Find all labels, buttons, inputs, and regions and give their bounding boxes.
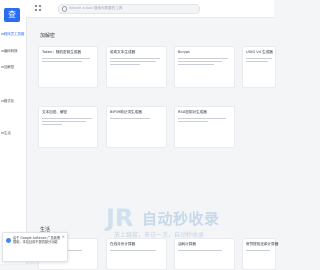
apps-grid-icon[interactable] [35,5,41,11]
sidebar-item-format[interactable]: 格式化 [4,98,14,103]
tool-card-description [42,58,90,60]
tool-card[interactable]: 哈希文本生成器 [106,46,167,88]
tool-card[interactable]: 文本加密、解密 [38,106,98,148]
tool-card-description [110,118,150,120]
site-watermark: JR 自动秒收录 放上链接，来访一次，自动秒收录 [96,204,266,240]
tool-card-description [42,121,86,123]
tool-card[interactable]: UUID V4 生成器 [242,46,276,88]
tool-card-description [178,118,226,120]
tool-card[interactable]: 油耗计算器 [174,238,235,270]
tool-card-description [178,64,214,66]
tool-card[interactable]: RSA密钥对生成器 [174,106,235,148]
search-placeholder: Search a tool 搜索你想要的工具 [69,6,123,10]
tool-card-description [42,118,92,120]
tool-card-description [246,58,272,60]
tool-card-description [246,250,270,252]
notice-text: 由于 Google AdSense 广告政策限制，本站目前不提供部分功能 [13,236,61,245]
tool-card-title: RSA密钥对生成器 [178,110,207,114]
tool-card[interactable]: Bcrypt [174,46,235,88]
tool-card[interactable]: Token：随机密钥生成器 [38,46,98,88]
tool-card-description [110,64,140,66]
sidebar-item-crypto[interactable]: 加解密 [4,64,14,69]
sidebar: 查 程序员工具箱 编码转换 加解密 格式化 生活 [0,0,27,264]
tool-card-description [178,121,208,123]
watermark-subtitle: 放上链接，来访一次，自动秒收录 [114,232,205,239]
google-icon [6,238,11,243]
sidebar-item-life[interactable]: 生活 [4,130,11,135]
tool-card-description [110,61,156,63]
section-title-crypto: 加解密 [40,33,56,39]
sidebar-item-toolbox[interactable]: 程序员工具箱 [4,31,24,36]
tool-card-description [110,58,160,60]
tool-card-title: Bcrypt [178,50,190,54]
search-icon [62,6,68,12]
tool-card-description [246,61,268,63]
tool-card-title: 房贷提前还款计算器 [246,242,279,246]
tool-card-description [178,61,222,63]
search-input[interactable]: Search a tool 搜索你想要的工具 [58,4,200,14]
tool-card[interactable]: BIP39助记词生成器 [106,106,167,148]
tool-card-description [110,250,156,252]
app-logo[interactable]: 查 [4,8,20,22]
tool-card-title: UUID V4 生成器 [246,50,273,54]
tool-card-description [42,61,82,63]
tool-card-title: 在线月份计算器 [110,242,136,246]
watermark-logo: JR [106,204,134,232]
tool-card-title: 哈希文本生成器 [110,50,136,54]
watermark-title: 自动秒收录 [142,210,220,228]
tool-card-description [42,124,62,126]
ad-notice-popup: 由于 Google AdSense 广告政策限制，本站目前不提供部分功能 × [2,232,68,262]
tool-card-title: Token：随机密钥生成器 [42,50,81,54]
tool-card-title: BIP39助记词生成器 [110,110,142,114]
tool-card-title: 油耗计算器 [178,242,196,246]
tool-card[interactable]: 房贷提前还款计算器 [242,238,279,270]
tool-card-title: 文本加密、解密 [42,110,68,114]
tool-card[interactable]: 在线月份计算器 [106,238,167,270]
tool-card-description [178,250,222,252]
sidebar-item-encoding[interactable]: 编码转换 [4,48,18,53]
close-icon[interactable]: × [62,234,65,239]
tool-card-description [178,58,228,60]
